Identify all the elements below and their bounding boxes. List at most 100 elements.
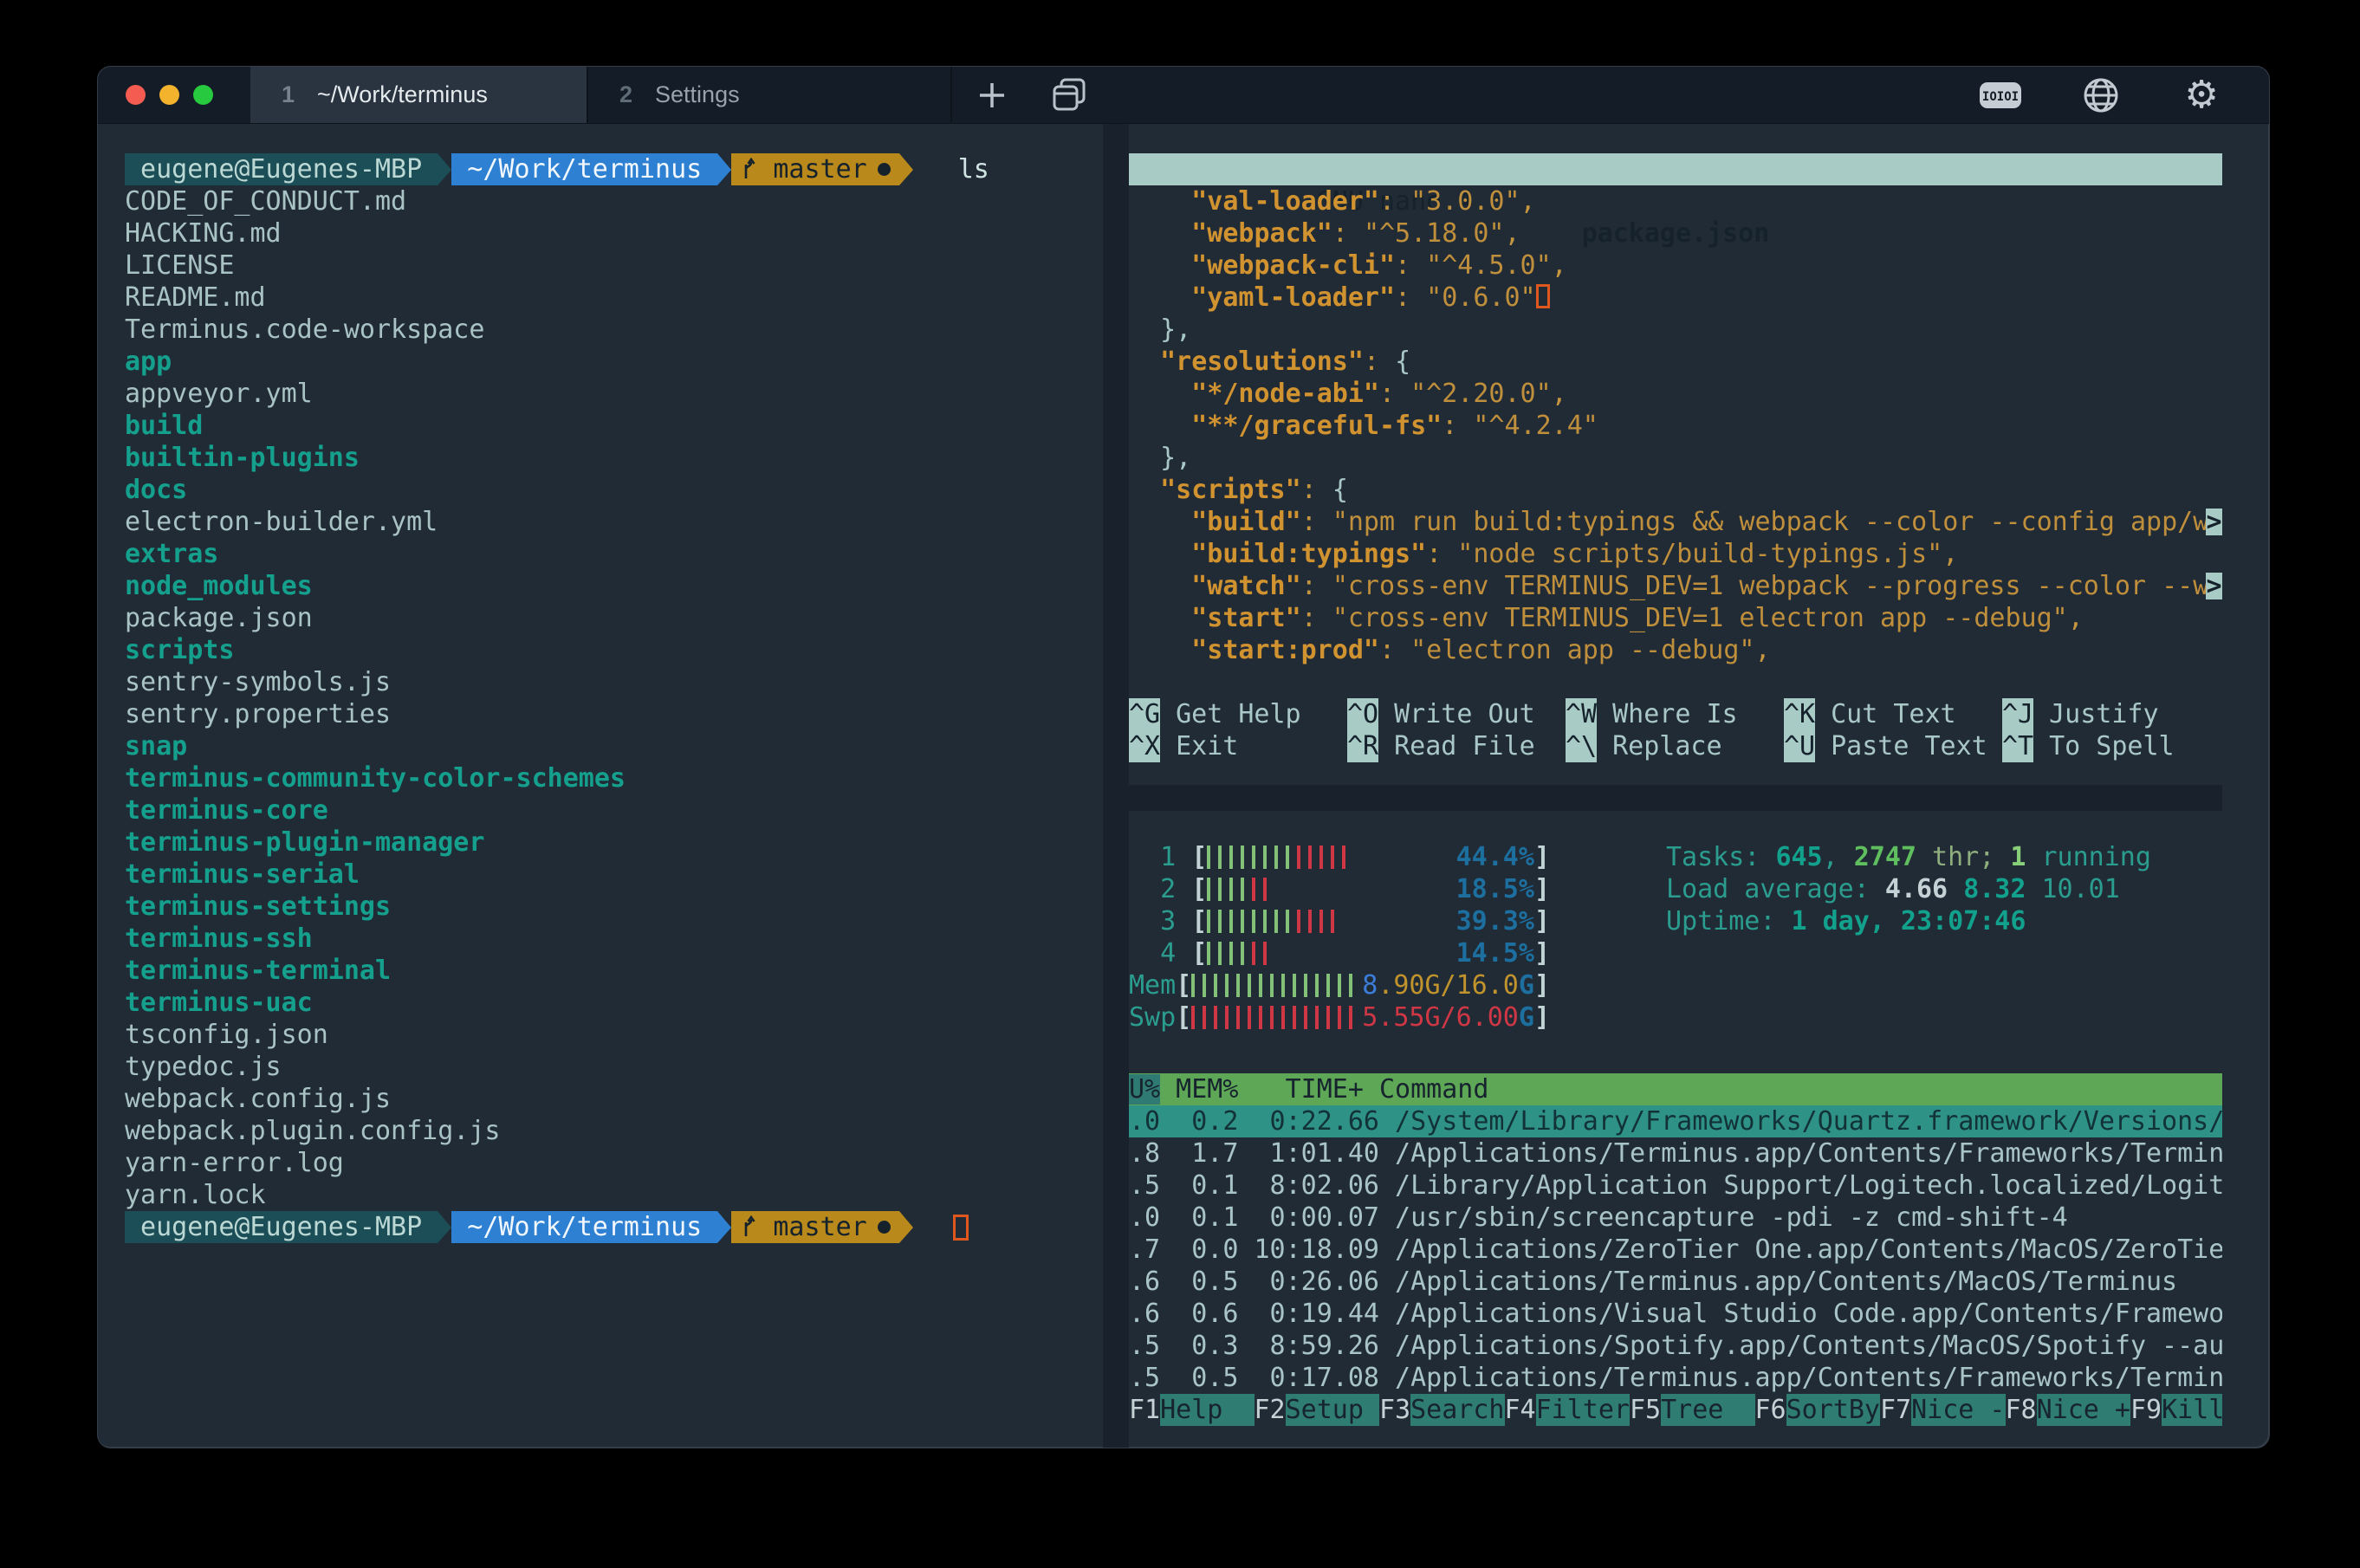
meter-body: 18.5% [1207, 873, 1534, 905]
ls-file-entry: HACKING.md [125, 217, 1103, 249]
meter-bar-tick [1259, 1006, 1262, 1029]
powerline-arrow-icon [899, 153, 913, 185]
ls-file-entry: CODE_OF_CONDUCT.md [125, 185, 1103, 217]
meter-value: 8.90G/16.0G [1362, 969, 1534, 1001]
function-key-action[interactable]: Filter [1536, 1394, 1630, 1426]
text-segment: .90G/16.0 [1378, 970, 1519, 1001]
text-segment: "val-loader" [1129, 186, 1379, 217]
close-button[interactable] [126, 85, 146, 105]
text-segment: : [1364, 347, 1395, 377]
meter-body: 8.90G/16.0G [1191, 969, 1534, 1001]
ls-directory-entry: scripts [125, 634, 1103, 666]
process-row[interactable]: .5 0.5 0:17.08 /Applications/Terminus.ap… [1129, 1362, 2222, 1394]
meter-bracket: ] [1534, 937, 1550, 969]
function-key-action[interactable]: Nice + [2037, 1394, 2130, 1426]
process-row[interactable]: .6 0.5 0:26.06 /Applications/Terminus.ap… [1129, 1266, 2222, 1298]
function-key-action[interactable]: SortBy [1786, 1394, 1880, 1426]
git-branch-name: master [757, 1211, 866, 1243]
git-branch-name: master [757, 153, 866, 185]
tab-work-terminus[interactable]: 1 ~/Work/terminus [250, 67, 588, 123]
pane-divider-horizontal[interactable] [1129, 785, 2222, 811]
minimize-button[interactable] [159, 85, 179, 105]
maximize-button[interactable] [193, 85, 213, 105]
meter-bar-tick [1331, 846, 1334, 869]
meter-bar-tick [1263, 878, 1267, 901]
process-row-selected[interactable]: .0 0.2 0:22.66 /System/Library/Framework… [1129, 1105, 2222, 1137]
process-row[interactable]: .6 0.6 0:19.44 /Applications/Visual Stud… [1129, 1298, 2222, 1330]
meter-bar-tick [1218, 846, 1222, 869]
git-branch-icon [740, 158, 757, 182]
ls-file-entry: Terminus.code-workspace [125, 314, 1103, 346]
nano-shortcut: ^KCut Text [1784, 698, 2002, 730]
meter-bar-tick [1304, 1006, 1307, 1029]
meter-bar-tick [1259, 974, 1262, 997]
ls-file-entry: yarn-error.log [125, 1147, 1103, 1179]
text-segment: : [1395, 282, 1426, 313]
process-table-header[interactable]: U% MEM% TIME+ Command [1129, 1073, 2222, 1105]
shortcut-key: ^R [1347, 730, 1378, 762]
meter-bar-tick [1248, 974, 1251, 997]
ls-file-entry: sentry-symbols.js [125, 666, 1103, 698]
text-segment: "0.6.0" [1426, 282, 1535, 313]
meter-label: Mem [1129, 969, 1176, 1001]
settings-button[interactable]: ⚙ [2174, 76, 2229, 114]
function-key-action[interactable]: Help [1160, 1394, 1254, 1426]
meter-value: 14.5% [1456, 937, 1534, 969]
process-row[interactable]: .5 0.3 8:59.26 /Applications/Spotify.app… [1129, 1330, 2222, 1362]
duplicate-tab-button[interactable] [1042, 67, 1098, 123]
process-row[interactable]: .0 0.1 0:00.07 /usr/sbin/screencapture -… [1129, 1202, 2222, 1234]
ls-file-entry: webpack.config.js [125, 1083, 1103, 1115]
meter-bracket: [ [1176, 969, 1191, 1001]
pane-divider-vertical[interactable] [1103, 124, 1129, 1448]
process-row[interactable]: .7 0.0 10:18.09 /Applications/ZeroTier O… [1129, 1234, 2222, 1266]
terminal-pane-htop[interactable]: 1 [44.4%] 2 [18.5%] 3 [39.3%] 4 [14.5%]M… [1129, 811, 2222, 1426]
meter-bar-tick [1338, 974, 1341, 997]
function-key-action[interactable]: Kill [2162, 1394, 2222, 1426]
nano-code-line: "resolutions": { [1129, 346, 2222, 378]
ls-file-entry: sentry.properties [125, 698, 1103, 730]
keyboard-icon: IOIOI [1979, 81, 2022, 110]
text-segment: "npm run build:typings && webpack --colo… [1332, 507, 2208, 537]
line-continuation-marker: > [2206, 509, 2222, 535]
meter-bar-tick [1297, 910, 1300, 933]
shortcut-label: Justify [2049, 698, 2158, 730]
language-button[interactable] [2073, 75, 2129, 115]
terminal-pane-nano[interactable]: GNU nano 4.5 package.json "val-loader": … [1129, 153, 2222, 762]
meter-bar-tick [1331, 910, 1334, 933]
powerline-arrow-icon [899, 1211, 913, 1243]
tab-settings[interactable]: 2 Settings [588, 67, 952, 123]
meter-bar-tick [1349, 1006, 1352, 1029]
meter-bar-tick [1252, 846, 1255, 869]
text-segment: "yaml-loader" [1129, 282, 1395, 313]
function-key-action[interactable]: Search [1410, 1394, 1504, 1426]
meter-bar-tick [1326, 1006, 1330, 1029]
table-header-columns: MEM% TIME+ Command [1160, 1074, 1488, 1105]
text-segment: 2747 [1854, 842, 1916, 872]
meter-bar-tick [1241, 910, 1244, 933]
nano-shortcut-bar: ^GGet Help^OWrite Out^WWhere Is^KCut Tex… [1129, 698, 2222, 762]
text-segment: }, [1129, 443, 1191, 473]
text-segment: Load average: [1666, 874, 1885, 904]
function-key-action[interactable]: Tree [1661, 1394, 1754, 1426]
htop-meter: 1 [44.4%] [1129, 841, 1550, 873]
text-segment: "cross-env TERMINUS_DEV=1 webpack --prog… [1332, 571, 2208, 601]
meter-bracket: ] [1534, 1001, 1550, 1033]
shortcut-key: ^U [1784, 730, 1815, 762]
keyboard-shortcuts-button[interactable]: IOIOI [1973, 81, 2028, 110]
text-segment: "**/graceful-fs" [1129, 411, 1442, 441]
duplicate-tab-icon [1049, 75, 1091, 116]
nano-title-bar: GNU nano 4.5 package.json [1129, 153, 2222, 185]
meter-bar-tick [1207, 910, 1210, 933]
function-key-action[interactable]: Setup [1286, 1394, 1379, 1426]
text-segment: "*/node-abi" [1129, 379, 1379, 409]
process-row[interactable]: .5 0.1 8:02.06 /Library/Application Supp… [1129, 1170, 2222, 1202]
process-row[interactable]: .8 1.7 1:01.40 /Applications/Terminus.ap… [1129, 1137, 2222, 1170]
terminal-pane-left[interactable]: eugene@Eugenes-MBP ~/Work/terminus maste… [98, 124, 1103, 1448]
sort-column-header[interactable]: U% [1129, 1074, 1160, 1105]
new-tab-button[interactable] [964, 67, 1020, 123]
text-segment: 18.5% [1456, 874, 1534, 904]
htop-meter: 2 [18.5%] [1129, 873, 1550, 905]
meter-bar-tick [1218, 878, 1222, 901]
nano-code-line: "**/graceful-fs": "^4.2.4" [1129, 410, 2222, 442]
function-key-action[interactable]: Nice - [1911, 1394, 2005, 1426]
